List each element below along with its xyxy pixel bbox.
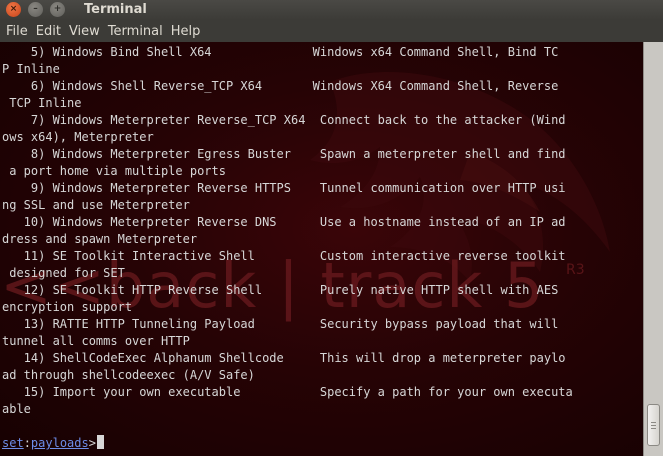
- terminal-line: 12) SE Toolkit HTTP Reverse Shell Purely…: [2, 283, 559, 297]
- terminal-scrollbar[interactable]: [643, 42, 663, 456]
- terminal-line: 13) RATTE HTTP Tunneling Payload Securit…: [2, 317, 559, 331]
- close-window-button[interactable]: ×: [6, 2, 21, 17]
- menubar: File Edit View Terminal Help: [0, 20, 663, 42]
- window-titlebar[interactable]: × – + Terminal: [0, 0, 663, 20]
- maximize-window-button[interactable]: +: [50, 2, 65, 17]
- minimize-window-button[interactable]: –: [28, 2, 43, 17]
- terminal-line: 15) Import your own executable Specify a…: [2, 385, 573, 399]
- terminal-line: encryption support: [2, 300, 133, 314]
- terminal-line: 9) Windows Meterpreter Reverse HTTPS Tun…: [2, 181, 566, 195]
- terminal-line: ad through shellcodeexec (A/V Safe): [2, 368, 255, 382]
- menu-file[interactable]: File: [2, 24, 32, 39]
- prompt-separator: :: [23, 436, 31, 450]
- terminal-line: ows x64), Meterpreter: [2, 130, 154, 144]
- prompt-context: payloads: [30, 436, 89, 450]
- window-title: Terminal: [84, 2, 147, 17]
- terminal-line: TCP Inline: [2, 96, 82, 110]
- scrollbar-thumb[interactable]: [647, 404, 660, 446]
- terminal-line: able: [2, 402, 31, 416]
- terminal-area[interactable]: <<back | track 5 R3 5) Windows Bind Shel…: [0, 42, 643, 456]
- menu-edit[interactable]: Edit: [32, 24, 65, 39]
- terminal-line: 14) ShellCodeExec Alphanum Shellcode Thi…: [2, 351, 566, 365]
- command-prompt[interactable]: set:payloads>: [2, 435, 643, 452]
- terminal-line: 10) Windows Meterpreter Reverse DNS Use …: [2, 215, 566, 229]
- terminal-line: 11) SE Toolkit Interactive Shell Custom …: [2, 249, 566, 263]
- terminal-line: 8) Windows Meterpreter Egress Buster Spa…: [2, 147, 566, 161]
- terminal-line: a port home via multiple ports: [2, 164, 226, 178]
- menu-help[interactable]: Help: [167, 24, 205, 39]
- terminal-line: 5) Windows Bind Shell X64 Windows x64 Co…: [2, 45, 559, 59]
- terminal-line: 7) Windows Meterpreter Reverse_TCP X64 C…: [2, 113, 566, 127]
- menu-view[interactable]: View: [65, 24, 104, 39]
- menu-terminal[interactable]: Terminal: [104, 24, 167, 39]
- terminal-line: dress and spawn Meterpreter: [2, 232, 198, 246]
- terminal-line: 6) Windows Shell Reverse_TCP X64 Windows…: [2, 79, 559, 93]
- terminal-line: ng SSL and use Meterpreter: [2, 198, 190, 212]
- prompt-suffix: >: [88, 436, 96, 450]
- text-cursor: [96, 435, 104, 449]
- terminal-output: 5) Windows Bind Shell X64 Windows x64 Co…: [2, 44, 643, 452]
- prompt-set-keyword: set: [2, 436, 24, 450]
- terminal-line: designed for SET: [2, 266, 125, 280]
- terminal-line: tunnel all comms over HTTP: [2, 334, 190, 348]
- terminal-line: P Inline: [2, 62, 60, 76]
